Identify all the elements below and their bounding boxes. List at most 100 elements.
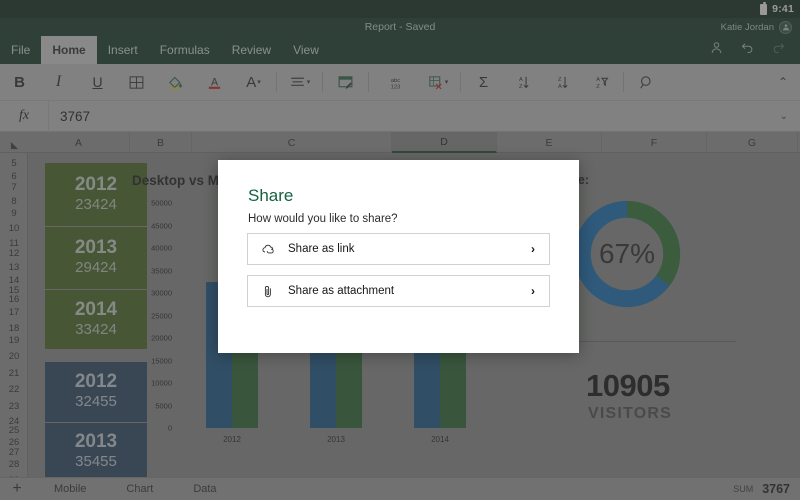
column-header-d[interactable]: D	[392, 132, 497, 153]
row-header-25[interactable]: 25	[0, 425, 28, 436]
row-header-20[interactable]: 20	[0, 351, 28, 362]
row-header-9[interactable]: 9	[0, 208, 28, 219]
chevron-right-icon: ›	[531, 284, 535, 298]
row-header-6[interactable]: 6	[0, 171, 28, 182]
row-header-18[interactable]: 18	[0, 323, 28, 334]
select-all-corner-icon[interactable]	[0, 132, 28, 153]
italic-button[interactable]: I	[39, 64, 78, 101]
kpi-value: 32455	[75, 392, 117, 412]
svg-text:A: A	[211, 76, 219, 88]
column-header-f[interactable]: F	[602, 132, 707, 153]
toolbar-divider	[460, 72, 461, 92]
undo-icon[interactable]	[740, 40, 755, 60]
row-header-5[interactable]: 5	[0, 158, 28, 169]
avatar-icon[interactable]	[779, 21, 792, 34]
visitors-label: VISITORS	[588, 405, 672, 423]
row-header-23[interactable]: 23	[0, 401, 28, 412]
row-header-19[interactable]: 19	[0, 335, 28, 346]
chevron-down-icon[interactable]: ⌄	[780, 111, 788, 122]
row-header-12[interactable]: 12	[0, 248, 28, 259]
y-axis-tick: 40000	[151, 244, 172, 253]
ribbon-tab-insert[interactable]: Insert	[97, 36, 149, 64]
sort-ascending-button[interactable]: AZ	[503, 64, 542, 101]
bold-button[interactable]: B	[0, 64, 39, 101]
share-as-attachment-option[interactable]: Share as attachment ›	[247, 275, 550, 307]
person-share-icon[interactable]	[709, 40, 724, 60]
y-axis-tick: 10000	[151, 379, 172, 388]
row-header-27[interactable]: 27	[0, 447, 28, 458]
account-area[interactable]: Katie Jordan	[721, 18, 792, 36]
sheet-tab-bar: + Mobile Chart Data SUM 3767	[0, 477, 800, 500]
search-button[interactable]	[627, 64, 666, 101]
row-header-21[interactable]: 21	[0, 368, 28, 379]
autosum-button[interactable]: Σ	[464, 64, 503, 101]
kpi-value: 29424	[75, 258, 117, 278]
column-header-c[interactable]: C	[192, 132, 392, 153]
row-header-28[interactable]: 28	[0, 459, 28, 470]
row-header-7[interactable]: 7	[0, 182, 28, 193]
chevron-right-icon: ›	[531, 242, 535, 256]
sheet-tab-chart[interactable]: Chart	[106, 478, 173, 500]
svg-text:Z: Z	[519, 84, 523, 90]
formula-input[interactable]: 3767	[49, 109, 90, 124]
ribbon-tab-bar: File Home Insert Formulas Review View	[0, 36, 800, 64]
sheet-tab-data[interactable]: Data	[173, 478, 236, 500]
toolbar-divider	[368, 72, 369, 92]
row-header-17[interactable]: 17	[0, 307, 28, 318]
sheet-tab-mobile[interactable]: Mobile	[34, 478, 106, 500]
delete-cells-button[interactable]: ▾	[418, 64, 457, 101]
ribbon-tab-formulas[interactable]: Formulas	[149, 36, 221, 64]
title-bar: Report - Saved Katie Jordan	[0, 18, 800, 36]
font-settings-button[interactable]: A▾	[234, 64, 273, 101]
ribbon-tab-actions	[709, 36, 800, 64]
share-as-link-label: Share as link	[288, 243, 354, 255]
kpi-year: 2012	[75, 175, 117, 195]
document-title: Report - Saved	[365, 21, 436, 33]
row-header-22[interactable]: 22	[0, 384, 28, 395]
row-header-16[interactable]: 16	[0, 294, 28, 305]
ribbon-tab-home[interactable]: Home	[41, 36, 96, 64]
svg-text:A: A	[596, 77, 600, 83]
share-dialog-title: Share	[248, 186, 579, 206]
redo-icon	[771, 40, 786, 60]
column-header-e[interactable]: E	[497, 132, 602, 153]
kpi-value: 35455	[75, 452, 117, 472]
formula-bar: fx 3767 ⌄	[0, 101, 800, 132]
alignment-button[interactable]: ▾	[280, 64, 319, 101]
sort-descending-button[interactable]: ZA	[542, 64, 581, 101]
filter-button[interactable]: AZ	[581, 64, 620, 101]
y-axis-tick: 0	[168, 424, 172, 433]
kpi-year: 2014	[75, 300, 117, 320]
number-format-button[interactable]: abc123	[372, 64, 418, 101]
excel-window: 9:41 Report - Saved Katie Jordan File Ho…	[0, 0, 800, 500]
column-header-g[interactable]: G	[707, 132, 798, 153]
toolbar-divider	[623, 72, 624, 92]
row-header-10[interactable]: 10	[0, 223, 28, 234]
collapse-ribbon-icon[interactable]: ⌃	[778, 75, 788, 89]
x-axis-tick: 2012	[223, 435, 241, 444]
borders-button[interactable]	[117, 64, 156, 101]
ribbon-tab-view[interactable]: View	[282, 36, 330, 64]
donut-chart[interactable]: 67%	[568, 195, 686, 313]
share-as-attachment-label: Share as attachment	[288, 285, 394, 297]
sum-label: SUM	[733, 484, 753, 494]
toolbar-divider	[322, 72, 323, 92]
underline-button[interactable]: U	[78, 64, 117, 101]
fill-color-button[interactable]	[156, 64, 195, 101]
ribbon-tab-review[interactable]: Review	[221, 36, 282, 64]
row-header-8[interactable]: 8	[0, 196, 28, 207]
ribbon-tab-file[interactable]: File	[0, 36, 41, 64]
row-header-13[interactable]: 13	[0, 262, 28, 273]
svg-text:abc: abc	[390, 77, 400, 83]
share-as-link-option[interactable]: Share as link ›	[247, 233, 550, 265]
insert-comment-button[interactable]	[326, 64, 365, 101]
column-header-a[interactable]: A	[28, 132, 130, 153]
svg-text:A: A	[519, 77, 523, 83]
kpi-year: 2013	[75, 238, 117, 258]
plus-icon[interactable]: +	[0, 480, 34, 498]
svg-text:Z: Z	[558, 77, 562, 83]
column-header-b[interactable]: B	[130, 132, 192, 153]
y-axis-tick: 45000	[151, 221, 172, 230]
y-axis-tick: 30000	[151, 289, 172, 298]
font-color-button[interactable]: A	[195, 64, 234, 101]
